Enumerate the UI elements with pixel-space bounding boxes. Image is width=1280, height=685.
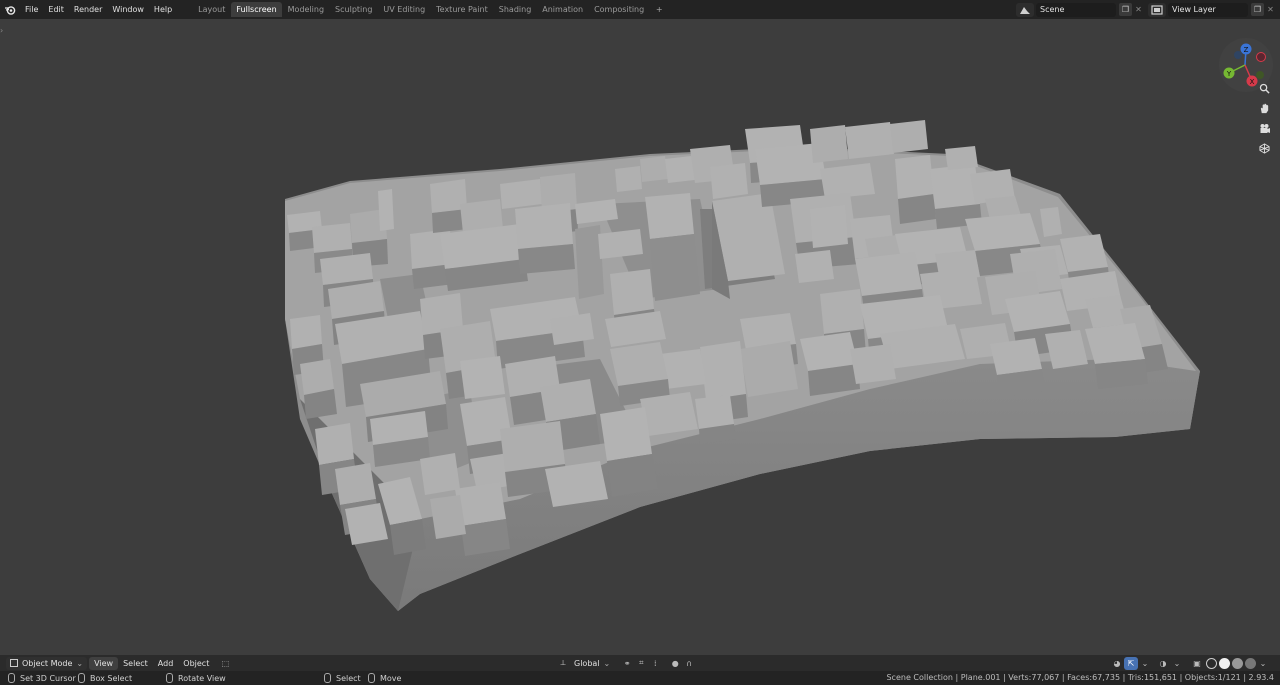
chevron-down-icon: ⌄ <box>76 658 84 668</box>
scene-selector: Scene ❐ ✕ <box>1016 2 1144 17</box>
chevron-down-icon[interactable]: ⌄ <box>1170 657 1184 670</box>
menu-render[interactable]: Render <box>69 0 107 19</box>
overlay-icon[interactable]: ◑ <box>1156 657 1170 670</box>
viewport-header: Object Mode ⌄ View Select Add Object ⬚ ⟂… <box>0 655 1280 671</box>
hint-label: Set 3D Cursor <box>20 673 76 683</box>
pivot-icon[interactable]: ⚭ <box>620 657 634 670</box>
display-controls: ◕ ⇱ ⌄ ◑ ⌄ ▣ ⌄ <box>1110 655 1270 671</box>
gizmo-z-label: Z <box>1244 46 1249 54</box>
visibility-icon[interactable]: ◕ <box>1110 657 1124 670</box>
tab-compositing[interactable]: Compositing <box>589 2 649 17</box>
menu-help[interactable]: Help <box>149 0 177 19</box>
mouse-icon <box>78 673 85 683</box>
chevron-right-icon[interactable]: › <box>0 26 3 35</box>
tab-uv-editing[interactable]: UV Editing <box>378 2 430 17</box>
solid-shading-icon[interactable] <box>1219 657 1230 669</box>
new-view-layer-button[interactable]: ❐ <box>1251 3 1264 16</box>
menu-object[interactable]: Object <box>178 657 214 670</box>
add-workspace-button[interactable]: + <box>653 4 665 16</box>
material-shading-icon[interactable] <box>1232 657 1243 669</box>
hint-box-select: Box Select <box>78 671 132 685</box>
scene-icon[interactable] <box>1016 2 1034 17</box>
scene-field[interactable]: Scene <box>1036 2 1116 17</box>
object-mode-selector[interactable]: Object Mode ⌄ <box>6 656 88 670</box>
gizmo-x-label: X <box>1250 78 1255 86</box>
menu-view[interactable]: View <box>89 656 119 670</box>
hand-icon[interactable] <box>1256 100 1273 117</box>
proportional-icon[interactable]: ● <box>668 657 682 670</box>
scene-statistics: Scene Collection | Plane.001 | Verts:77,… <box>886 673 1274 682</box>
tab-fullscreen[interactable]: Fullscreen <box>231 2 282 17</box>
menu-select[interactable]: Select <box>118 657 153 670</box>
hint-rotate-view: Rotate View <box>166 671 226 685</box>
mouse-icon <box>368 673 375 683</box>
hint-label: Rotate View <box>178 673 226 683</box>
remove-view-layer-icon[interactable]: ✕ <box>1265 3 1276 16</box>
chevron-down-icon[interactable]: ⌄ <box>1256 657 1270 670</box>
menu-add[interactable]: Add <box>153 657 179 670</box>
gizmo-y-label: Y <box>1226 70 1232 78</box>
chevron-down-icon: ⌄ <box>603 658 611 668</box>
zoom-icon[interactable] <box>1256 80 1273 97</box>
transform-controls: ⟂ Global ⌄ ⚭ ⌗ ⁞ ● ∩ <box>556 655 696 671</box>
tab-shading[interactable]: Shading <box>494 2 537 17</box>
tab-texture-paint[interactable]: Texture Paint <box>431 2 493 17</box>
view-layer-selector: View Layer ❐ ✕ <box>1148 2 1276 17</box>
mode-label: Object Mode <box>22 658 73 668</box>
status-bar: Set 3D Cursor Box Select Rotate View Sel… <box>0 671 1280 685</box>
mouse-icon <box>324 673 331 683</box>
mouse-icon <box>8 673 15 683</box>
grid-icon[interactable] <box>1256 140 1273 157</box>
camera-icon[interactable] <box>1256 120 1273 137</box>
view-layer-field[interactable]: View Layer <box>1168 2 1248 17</box>
snap-target-icon[interactable]: ⁞ <box>648 657 662 670</box>
orientation-icon: ⟂ <box>560 658 566 667</box>
tab-sculpting[interactable]: Sculpting <box>330 2 377 17</box>
city-model[interactable] <box>0 19 1280 655</box>
hint-label: Select <box>336 673 361 683</box>
mouse-icon <box>166 673 173 683</box>
remove-scene-icon[interactable]: ✕ <box>1133 3 1144 16</box>
topbar: File Edit Render Window Help Layout Full… <box>0 0 1280 19</box>
hint-select: Select <box>324 671 361 685</box>
view-layer-icon[interactable] <box>1148 2 1166 17</box>
3d-viewport[interactable]: › Z Y X <box>0 19 1280 655</box>
new-scene-button[interactable]: ❐ <box>1119 3 1132 16</box>
blender-logo-icon[interactable] <box>0 0 20 19</box>
tab-modeling[interactable]: Modeling <box>283 2 329 17</box>
mode-cube-icon <box>10 659 18 667</box>
menu-edit[interactable]: Edit <box>43 0 69 19</box>
hint-set-3d-cursor: Set 3D Cursor <box>8 671 76 685</box>
snap-icon[interactable]: ⌗ <box>634 657 648 670</box>
gizmo-toggle-icon[interactable]: ⇱ <box>1124 656 1138 670</box>
wireframe-shading-icon[interactable] <box>1206 657 1217 669</box>
menu-file[interactable]: File <box>20 0 43 19</box>
gpencil-icon[interactable]: ⬚ <box>218 657 232 670</box>
hint-move: Move <box>368 671 401 685</box>
rendered-shading-icon[interactable] <box>1245 657 1256 669</box>
hint-label: Box Select <box>90 673 133 683</box>
xray-icon[interactable]: ▣ <box>1190 657 1204 670</box>
chevron-down-icon[interactable]: ⌄ <box>1138 657 1152 670</box>
falloff-icon[interactable]: ∩ <box>682 657 696 670</box>
tab-animation[interactable]: Animation <box>537 2 588 17</box>
orientation-label[interactable]: Global <box>574 659 600 668</box>
hint-label: Move <box>380 673 402 683</box>
menu-window[interactable]: Window <box>107 0 149 19</box>
tab-layout[interactable]: Layout <box>193 2 230 17</box>
workspace-tabs: Layout Fullscreen Modeling Sculpting UV … <box>193 0 665 19</box>
